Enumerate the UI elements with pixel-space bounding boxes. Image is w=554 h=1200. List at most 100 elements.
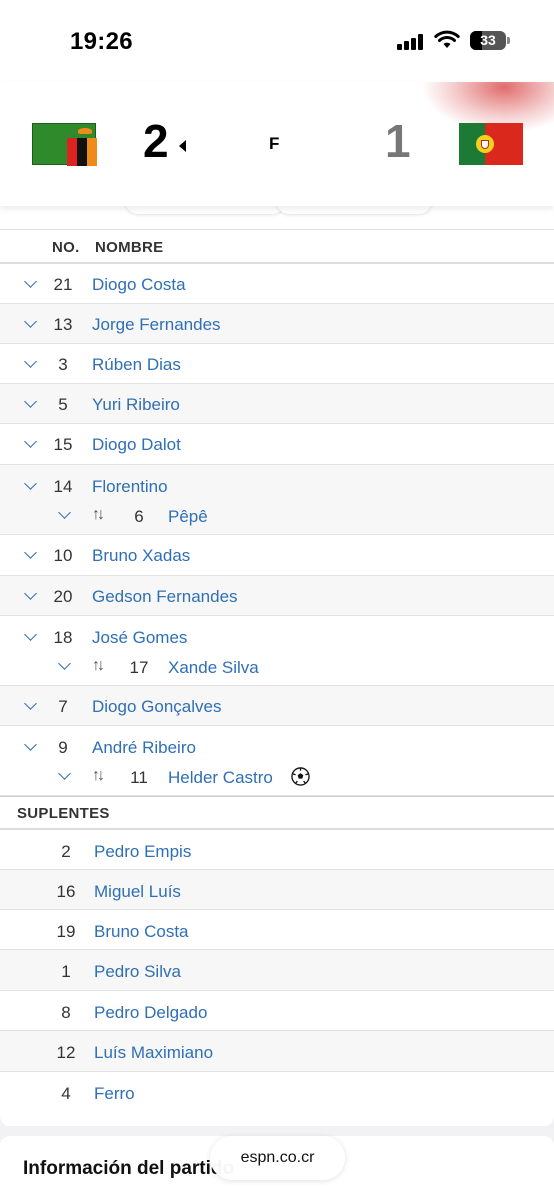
chevron-down-icon[interactable] [24,590,36,602]
sub-player-number: 6 [134,507,144,526]
player-number: 5 [58,395,68,414]
player-number: 3 [58,355,68,374]
chevron-down-icon[interactable] [24,549,36,561]
player-row[interactable]: 7 Diogo Gonçalves [0,686,554,726]
player-name-link[interactable]: Pedro Delgado [94,1003,207,1023]
player-name-link[interactable]: Yuri Ribeiro [92,395,180,415]
lineup-column-header: NO. NOMBRE [0,229,554,264]
chevron-down-icon[interactable] [58,770,70,782]
chevron-down-icon[interactable] [24,631,36,643]
player-name-link[interactable]: Diogo Dalot [92,435,181,455]
sub-player-name-link[interactable]: Pêpê [168,507,208,527]
substitutes-header: SUPLENTES [0,796,554,830]
player-number: 21 [53,275,73,294]
player-name-link[interactable]: Gedson Fernandes [92,587,238,607]
chevron-down-icon[interactable] [58,509,70,521]
away-score: 1 [385,115,411,167]
player-name-link[interactable]: Bruno Xadas [92,546,190,566]
sub-player-number: 17 [129,658,149,677]
column-no: NO. [52,239,80,256]
player-number: 13 [53,315,73,334]
player-name-link[interactable]: Florentino [92,477,168,497]
player-name-link[interactable]: Miguel Luís [94,882,181,902]
player-number: 10 [53,546,73,565]
substitutes-title: SUPLENTES [17,805,110,822]
player-name-link[interactable]: Jorge Fernandes [92,315,221,335]
substitution-icon: ↑↓ [92,657,105,674]
sub-row[interactable]: 19 Bruno Costa [0,910,554,950]
wifi-icon [434,30,460,48]
player-number: 8 [61,1003,71,1022]
battery-cap [507,37,510,44]
section-gap [0,1126,554,1136]
player-row[interactable]: 15 Diogo Dalot [0,424,554,465]
player-row[interactable]: 20 Gedson Fernandes [0,576,554,616]
player-number: 16 [56,882,76,901]
player-name-link[interactable]: Bruno Costa [94,922,189,942]
chevron-down-icon[interactable] [24,741,36,753]
portugal-flag-icon[interactable] [459,123,523,165]
substitution-icon: ↑↓ [92,767,105,784]
zambia-flag-icon[interactable] [32,123,97,166]
player-number: 18 [53,628,73,647]
substitution-icon: ↑↓ [92,506,105,523]
sub-player-name-link[interactable]: Helder Castro [168,768,273,788]
battery-icon: 33 [470,31,506,50]
match-info-title: Información del partido [23,1158,235,1179]
player-row[interactable]: 5 Yuri Ribeiro [0,384,554,424]
sub-row[interactable]: 8 Pedro Delgado [0,991,554,1031]
player-row[interactable]: 18 José Gomes ↑↓ 17 Xande Silva [0,616,554,686]
battery-level: 33 [480,32,496,48]
player-number: 19 [56,922,76,941]
player-name-link[interactable]: Luís Maximiano [94,1043,213,1063]
match-status: F [269,134,280,153]
player-number: 9 [58,738,68,757]
player-row[interactable]: 10 Bruno Xadas [0,535,554,576]
player-name-link[interactable]: Diogo Gonçalves [92,697,221,717]
sub-player-number: 11 [130,768,148,787]
player-name-link[interactable]: Pedro Empis [94,842,191,862]
browser-url-text[interactable]: espn.co.cr [210,1149,345,1167]
winner-arrow-icon [179,140,186,152]
player-number: 15 [53,435,73,454]
player-row[interactable]: 13 Jorge Fernandes [0,304,554,344]
chevron-down-icon[interactable] [24,398,36,410]
cellular-signal-icon [397,34,425,50]
player-number: 7 [58,697,68,716]
sub-player-name-link[interactable]: Xande Silva [168,658,259,678]
chevron-down-icon[interactable] [24,700,36,712]
player-row[interactable]: 9 André Ribeiro ↑↓ 11 Helder Castro [0,726,554,796]
chevron-down-icon[interactable] [24,278,36,290]
sub-row[interactable]: 12 Luís Maximiano [0,1031,554,1072]
sub-row[interactable]: 4 Ferro [0,1072,554,1112]
score-header: 2 F 1 [0,82,554,206]
player-name-link[interactable]: Diogo Costa [92,275,186,295]
player-row[interactable]: 21 Diogo Costa [0,264,554,304]
status-bar: 19:26 33 [0,0,554,82]
sub-row[interactable]: 2 Pedro Empis [0,830,554,870]
chevron-down-icon[interactable] [24,438,36,450]
player-name-link[interactable]: Pedro Silva [94,962,181,982]
player-row[interactable]: 14 Florentino ↑↓ 6 Pêpê [0,465,554,535]
player-name-link[interactable]: Ferro [94,1084,135,1104]
sub-row[interactable]: 1 Pedro Silva [0,950,554,991]
player-name-link[interactable]: André Ribeiro [92,738,196,758]
chevron-down-icon[interactable] [24,358,36,370]
player-number: 1 [61,962,71,981]
player-number: 20 [53,587,73,606]
browser-url-bar[interactable]: espn.co.cr [210,1136,345,1180]
chevron-down-icon[interactable] [58,660,70,672]
player-number: 12 [56,1043,76,1062]
chevron-down-icon[interactable] [24,318,36,330]
status-time: 19:26 [70,28,133,55]
soccer-ball-icon [291,767,310,786]
sub-row[interactable]: 16 Miguel Luís [0,870,554,910]
player-name-link[interactable]: José Gomes [92,628,187,648]
player-number: 14 [53,477,73,496]
column-name: NOMBRE [95,239,164,256]
player-name-link[interactable]: Rúben Dias [92,355,181,375]
player-number: 4 [61,1084,71,1103]
home-score: 2 [143,115,169,167]
chevron-down-icon[interactable] [24,480,36,492]
player-row[interactable]: 3 Rúben Dias [0,344,554,384]
